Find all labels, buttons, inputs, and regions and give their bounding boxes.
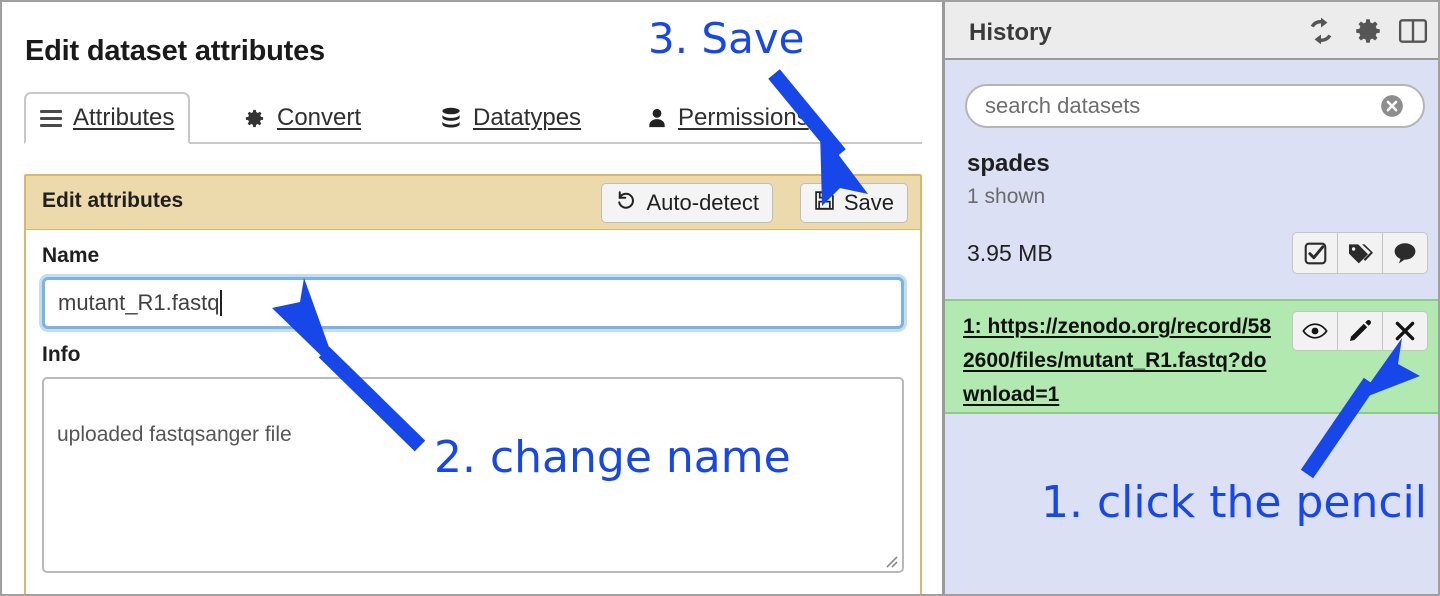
- refresh-icon[interactable]: [1304, 14, 1338, 48]
- hamburger-icon: [40, 109, 62, 127]
- history-panel: History search datasets spades 1 shown 3…: [942, 2, 1438, 594]
- dataset-edit-panel: Edit dataset attributes Attributes Conve…: [2, 2, 942, 594]
- history-header: History: [945, 2, 1438, 60]
- info-field-label: Info: [42, 343, 81, 366]
- edit-attributes-title: Edit attributes: [42, 189, 184, 212]
- gear-icon[interactable]: [1351, 14, 1385, 48]
- name-input[interactable]: mutant_R1.fastq: [42, 277, 904, 329]
- database-icon: [440, 107, 462, 130]
- user-icon: [647, 107, 667, 130]
- tab-attributes-label: Attributes: [73, 104, 175, 131]
- annotation-icon[interactable]: [1383, 233, 1427, 273]
- dataset-action-buttons: [1292, 311, 1428, 351]
- screenshot-root: Edit dataset attributes Attributes Conve…: [0, 0, 1440, 596]
- tab-convert[interactable]: Convert: [229, 92, 375, 144]
- name-input-value: mutant_R1.fastq: [58, 290, 220, 315]
- search-input[interactable]: search datasets: [965, 84, 1425, 128]
- history-shown-count: 1 shown: [967, 185, 1046, 208]
- eye-icon[interactable]: [1293, 312, 1338, 350]
- info-textarea[interactable]: uploaded fastqsanger file: [42, 377, 904, 573]
- tab-convert-label: Convert: [277, 104, 362, 131]
- tab-strip: Attributes Convert Datatypes Permissions: [24, 92, 922, 144]
- info-textarea-value: uploaded fastqsanger file: [57, 423, 292, 446]
- gear-icon: [243, 107, 266, 130]
- history-size: 3.95 MB: [967, 240, 1053, 266]
- panels-icon[interactable]: [1396, 14, 1430, 48]
- history-dataset-item[interactable]: 1: https://zenodo.org/record/582600/file…: [945, 299, 1438, 414]
- edit-attributes-body: Name mutant_R1.fastq Info uploaded fastq…: [26, 244, 920, 573]
- pencil-icon[interactable]: [1338, 312, 1383, 350]
- search-placeholder: search datasets: [985, 93, 1141, 118]
- tab-permissions-label: Permissions: [678, 104, 809, 131]
- undo-arrow-icon: [615, 189, 637, 217]
- history-meta-buttons: [1292, 232, 1428, 274]
- history-title: History: [969, 19, 1052, 46]
- delete-x-icon[interactable]: [1383, 312, 1427, 350]
- tab-attributes[interactable]: Attributes: [24, 92, 191, 144]
- edit-attributes-header: Edit attributes Auto-detect Save: [26, 176, 920, 230]
- save-button[interactable]: Save: [799, 183, 908, 223]
- resize-grip[interactable]: [880, 550, 898, 568]
- text-caret: [220, 290, 223, 316]
- clear-circle-icon[interactable]: [1379, 93, 1405, 119]
- edit-attributes-card: Edit attributes Auto-detect Save Name mu…: [24, 174, 922, 594]
- floppy-disk-icon: [814, 190, 835, 217]
- tab-datatypes[interactable]: Datatypes: [426, 92, 595, 144]
- history-name: spades: [967, 150, 1050, 177]
- tab-datatypes-label: Datatypes: [473, 104, 582, 131]
- auto-detect-button[interactable]: Auto-detect: [601, 183, 773, 223]
- tab-permissions[interactable]: Permissions: [633, 92, 823, 144]
- tags-icon[interactable]: [1338, 233, 1383, 273]
- name-field-label: Name: [42, 244, 100, 267]
- page-title: Edit dataset attributes: [25, 35, 325, 67]
- dataset-title[interactable]: 1: https://zenodo.org/record/582600/file…: [963, 310, 1273, 412]
- save-label: Save: [843, 190, 894, 215]
- select-datasets-icon[interactable]: [1293, 233, 1338, 273]
- auto-detect-label: Auto-detect: [646, 190, 759, 215]
